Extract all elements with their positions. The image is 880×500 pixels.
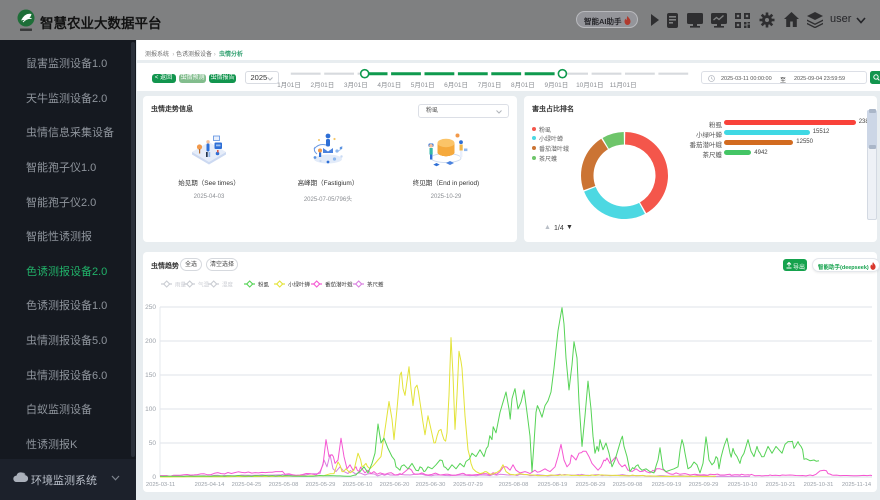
svg-text:2025-09-08: 2025-09-08: [613, 482, 643, 488]
svg-text:2025-03-11: 2025-03-11: [146, 482, 175, 488]
svg-text:雨量: 雨量: [175, 282, 187, 289]
svg-text:2025-04-25: 2025-04-25: [232, 482, 262, 488]
svg-text:250: 250: [145, 304, 156, 311]
svg-text:2025-09-29: 2025-09-29: [689, 482, 719, 488]
svg-text:2025-10-31: 2025-10-31: [804, 482, 834, 488]
svg-text:2025-09-19: 2025-09-19: [652, 482, 682, 488]
svg-text:茶尺蠖: 茶尺蠖: [367, 281, 384, 289]
svg-text:50: 50: [149, 440, 157, 447]
svg-text:2025-06-10: 2025-06-10: [343, 482, 373, 488]
svg-text:2025-11-14: 2025-11-14: [842, 482, 872, 488]
svg-text:2025-06-30: 2025-06-30: [416, 482, 446, 488]
svg-text:小绿叶蝉: 小绿叶蝉: [288, 281, 311, 289]
svg-text:气温: 气温: [198, 281, 210, 289]
svg-text:2025-10-21: 2025-10-21: [766, 482, 796, 488]
svg-text:2025-06-20: 2025-06-20: [380, 482, 410, 488]
svg-text:100: 100: [145, 406, 156, 413]
svg-text:0: 0: [152, 474, 156, 481]
svg-text:2025-07-29: 2025-07-29: [453, 482, 483, 488]
svg-text:2025-04-14: 2025-04-14: [195, 482, 225, 488]
svg-text:200: 200: [145, 338, 156, 345]
svg-text:粉虱: 粉虱: [258, 281, 270, 289]
svg-text:150: 150: [145, 372, 156, 379]
svg-text:2025-05-08: 2025-05-08: [269, 482, 299, 488]
svg-text:2025-05-29: 2025-05-29: [306, 482, 336, 488]
svg-text:2025-08-29: 2025-08-29: [576, 482, 606, 488]
svg-text:2025-08-08: 2025-08-08: [499, 482, 529, 488]
svg-text:2025-10-10: 2025-10-10: [728, 482, 758, 488]
svg-text:番茄潜叶蛾: 番茄潜叶蛾: [325, 281, 353, 289]
svg-text:2025-08-19: 2025-08-19: [538, 482, 568, 488]
svg-text:湿度: 湿度: [222, 281, 234, 289]
